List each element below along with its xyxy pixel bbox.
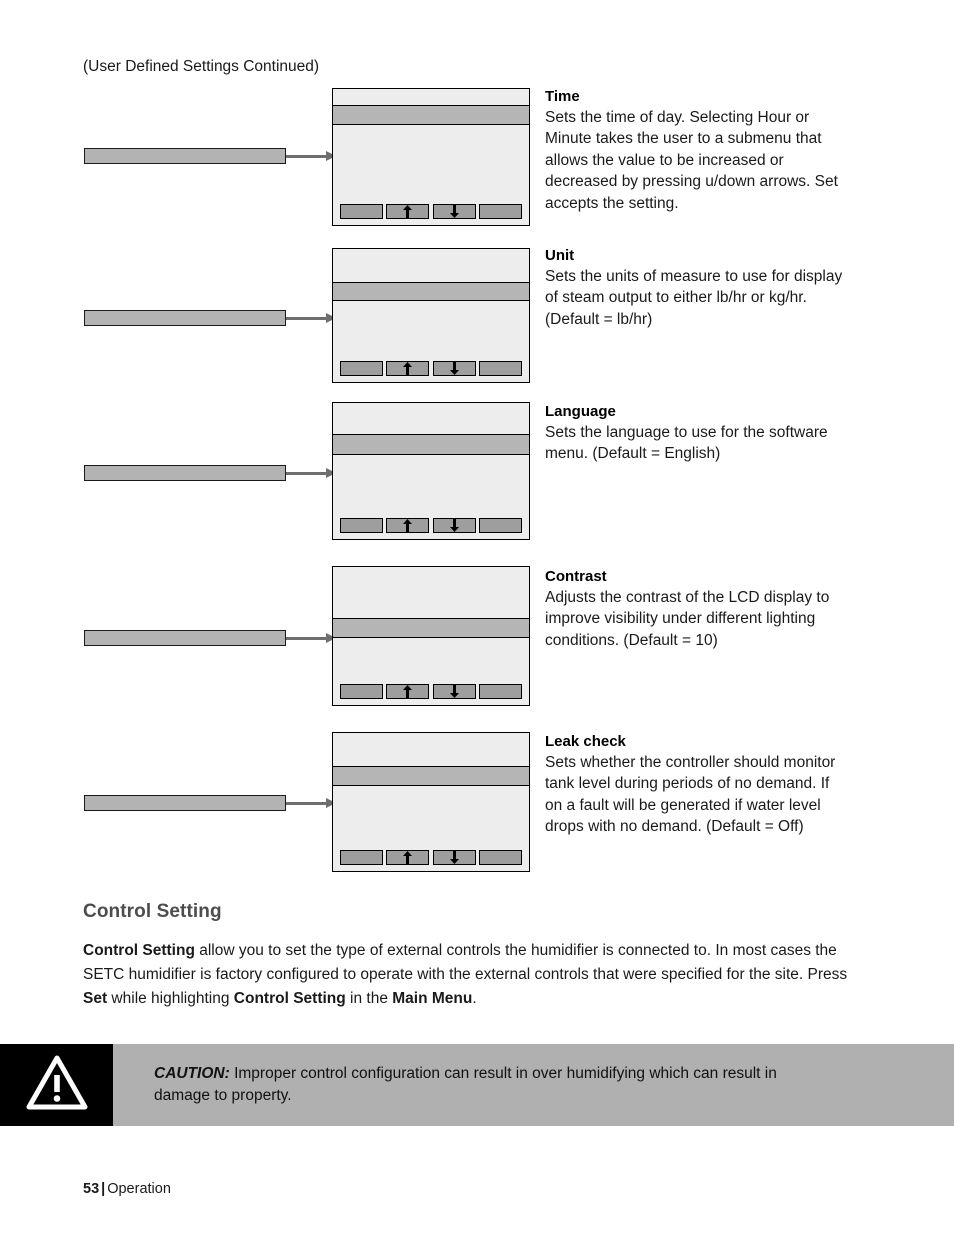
footer-separator: | xyxy=(101,1181,106,1197)
down-arrow-icon[interactable] xyxy=(432,517,476,533)
lcd-softkey-bar xyxy=(333,847,529,871)
softkey-blank-right[interactable] xyxy=(478,360,522,376)
section-text-3: in the xyxy=(345,990,393,1007)
lcd-softkey-bar xyxy=(333,201,529,225)
footer-page-number: 53 xyxy=(83,1181,100,1197)
callout-bar-time xyxy=(84,148,286,164)
footer-section-name: Operation xyxy=(107,1181,171,1197)
inline-term-control-setting-1: Control Setting xyxy=(83,942,195,959)
down-arrow-icon[interactable] xyxy=(432,203,476,219)
inline-term-set: Set xyxy=(83,990,108,1007)
callout-bar-leak-check xyxy=(84,795,286,811)
lcd-panel-leak-check xyxy=(332,732,530,872)
lcd-highlight-bar xyxy=(333,618,529,638)
connector-shaft xyxy=(286,317,327,320)
lcd-body-area xyxy=(333,455,529,515)
lcd-highlight-bar xyxy=(333,105,529,125)
up-arrow-icon[interactable] xyxy=(386,683,430,699)
lcd-body-area xyxy=(333,638,529,681)
softkey-blank-left[interactable] xyxy=(340,849,383,865)
lcd-panel-language xyxy=(332,402,530,540)
description-title: Time xyxy=(545,88,580,105)
connector-arrow-contrast xyxy=(286,633,336,644)
connector-arrow-language xyxy=(286,468,336,479)
lcd-panel-time xyxy=(332,88,530,226)
down-arrow-icon[interactable] xyxy=(432,360,476,376)
warning-triangle-icon xyxy=(26,1055,88,1116)
connector-shaft xyxy=(286,802,327,805)
page-footer: 53 | Operation xyxy=(83,1181,171,1197)
up-arrow-icon[interactable] xyxy=(386,849,430,865)
lcd-body-area xyxy=(333,125,529,201)
connector-shaft xyxy=(286,155,327,158)
inline-term-control-setting-2: Control Setting xyxy=(233,990,346,1007)
down-arrow-icon[interactable] xyxy=(432,849,476,865)
inline-term-main-menu: Main Menu xyxy=(392,990,473,1007)
callout-bar-unit xyxy=(84,310,286,326)
softkey-blank-right[interactable] xyxy=(478,849,522,865)
description-time: Time Sets the time of day. Selecting Hou… xyxy=(545,87,845,214)
description-unit: Unit Sets the units of measure to use fo… xyxy=(545,246,845,330)
description-title: Language xyxy=(545,403,616,420)
lcd-body-area xyxy=(333,301,529,358)
description-title: Contrast xyxy=(545,568,607,585)
softkey-blank-right[interactable] xyxy=(478,517,522,533)
softkey-blank-right[interactable] xyxy=(478,203,522,219)
lcd-highlight-bar xyxy=(333,282,529,301)
lcd-top-area xyxy=(333,403,529,434)
description-body: Adjusts the contrast of the LCD display … xyxy=(545,589,830,649)
up-arrow-icon[interactable] xyxy=(386,360,430,376)
down-arrow-icon[interactable] xyxy=(432,683,476,699)
callout-bar-contrast xyxy=(84,630,286,646)
section-body-control-setting: Control Setting allow you to set the typ… xyxy=(83,939,865,1011)
connector-shaft xyxy=(286,637,327,640)
lcd-top-area xyxy=(333,89,529,105)
lcd-body-area xyxy=(333,786,529,847)
lcd-panel-unit xyxy=(332,248,530,383)
description-contrast: Contrast Adjusts the contrast of the LCD… xyxy=(545,567,845,651)
lcd-panel-contrast xyxy=(332,566,530,706)
up-arrow-icon[interactable] xyxy=(386,203,430,219)
page-subtitle: (User Defined Settings Continued) xyxy=(83,58,320,75)
caution-icon-box xyxy=(0,1044,113,1126)
caution-message: Improper control configuration can resul… xyxy=(154,1065,777,1104)
lcd-top-area xyxy=(333,567,529,618)
lcd-softkey-bar xyxy=(333,358,529,382)
description-leak-check: Leak check Sets whether the controller s… xyxy=(545,732,845,838)
description-language: Language Sets the language to use for th… xyxy=(545,402,845,465)
lcd-top-area xyxy=(333,733,529,766)
description-title: Leak check xyxy=(545,733,626,750)
connector-arrow-leak-check xyxy=(286,798,336,809)
description-body: Sets the time of day. Selecting Hour or … xyxy=(545,109,838,212)
description-body: Sets the units of measure to use for dis… xyxy=(545,268,843,328)
caution-label: CAUTION: xyxy=(154,1065,230,1082)
up-arrow-icon[interactable] xyxy=(386,517,430,533)
connector-shaft xyxy=(286,472,327,475)
caution-text-box: CAUTION: Improper control configuration … xyxy=(113,1044,954,1126)
lcd-highlight-bar xyxy=(333,434,529,455)
description-body: Sets whether the controller should monit… xyxy=(545,754,836,836)
softkey-blank-left[interactable] xyxy=(340,683,383,699)
softkey-blank-left[interactable] xyxy=(340,203,383,219)
description-title: Unit xyxy=(545,247,575,264)
lcd-softkey-bar xyxy=(333,515,529,539)
section-text-1: allow you to set the type of external co… xyxy=(83,942,848,983)
connector-arrow-time xyxy=(286,151,336,162)
caution-text: CAUTION: Improper control configuration … xyxy=(154,1063,814,1107)
lcd-highlight-bar xyxy=(333,766,529,786)
lcd-softkey-bar xyxy=(333,681,529,705)
section-text-2: while highlighting xyxy=(107,990,234,1007)
lcd-top-area xyxy=(333,249,529,282)
softkey-blank-right[interactable] xyxy=(478,683,522,699)
description-body: Sets the language to use for the softwar… xyxy=(545,424,828,463)
softkey-blank-left[interactable] xyxy=(340,360,383,376)
softkey-blank-left[interactable] xyxy=(340,517,383,533)
section-heading-control-setting: Control Setting xyxy=(83,901,222,922)
section-text-4: . xyxy=(472,990,477,1007)
callout-bar-language xyxy=(84,465,286,481)
connector-arrow-unit xyxy=(286,313,336,324)
caution-banner: CAUTION: Improper control configuration … xyxy=(0,1044,954,1126)
